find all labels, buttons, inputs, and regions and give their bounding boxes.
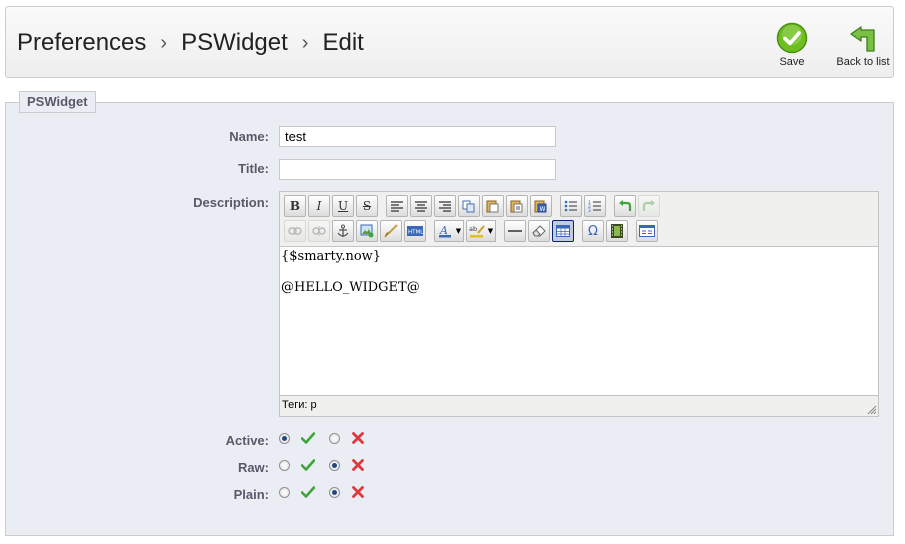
yes-check-icon	[300, 485, 316, 499]
italic-icon[interactable]: I	[308, 195, 330, 217]
table-icon[interactable]	[552, 220, 574, 242]
horizontal-rule-icon[interactable]	[504, 220, 526, 242]
svg-text:HTML: HTML	[408, 230, 423, 236]
text-color-icon[interactable]: A	[434, 220, 456, 242]
raw-yes-radio[interactable]	[279, 459, 290, 471]
page-break-icon[interactable]	[636, 220, 658, 242]
active-label: Active:	[225, 433, 269, 448]
save-button[interactable]: Save	[769, 22, 815, 68]
plain-yes-radio[interactable]	[279, 486, 290, 498]
no-cross-icon	[350, 485, 366, 499]
breadcrumb-separator-icon: ›	[301, 31, 309, 54]
description-editor: B I U S W 123 HTML A ▼ ab ▼ Ω {$smarty.n…	[279, 191, 879, 417]
bullet-list-icon[interactable]	[560, 195, 582, 217]
align-center-icon[interactable]	[410, 195, 432, 217]
special-char-icon[interactable]: Ω	[582, 220, 604, 242]
underline-icon[interactable]: U	[332, 195, 354, 217]
highlight-color-icon[interactable]: ab	[466, 220, 488, 242]
anchor-icon[interactable]	[332, 220, 354, 242]
no-cross-icon	[350, 458, 366, 472]
svg-text:W: W	[540, 206, 546, 213]
numbered-list-icon[interactable]: 123	[584, 195, 606, 217]
align-left-icon[interactable]	[386, 195, 408, 217]
plain-label: Plain:	[233, 487, 269, 502]
breadcrumb-item-preferences[interactable]: Preferences	[17, 29, 146, 57]
name-label: Name:	[229, 129, 269, 144]
raw-options	[279, 458, 379, 472]
page-header: Preferences › PSWidget › Edit Save Back …	[5, 6, 894, 78]
paste-text-icon[interactable]	[506, 195, 528, 217]
back-to-list-label: Back to list	[836, 56, 890, 68]
bold-icon[interactable]: B	[284, 195, 306, 217]
plain-no-radio[interactable]	[329, 486, 340, 498]
description-label: Description:	[193, 195, 269, 210]
redo-icon[interactable]	[638, 195, 660, 217]
breadcrumb-separator-icon: ›	[160, 31, 168, 54]
copy-icon[interactable]	[458, 195, 480, 217]
back-arrow-icon	[850, 26, 875, 52]
yes-check-icon	[300, 431, 316, 445]
active-options	[279, 431, 379, 445]
align-right-icon[interactable]	[434, 195, 456, 217]
breadcrumb-item-pswidget[interactable]: PSWidget	[181, 29, 288, 57]
title-label: Title:	[238, 161, 269, 176]
paste-word-icon[interactable]: W	[530, 195, 552, 217]
strikethrough-icon[interactable]: S	[356, 195, 378, 217]
editor-toolbar-row-2: HTML A ▼ ab ▼ Ω	[284, 220, 660, 242]
resize-handle-icon[interactable]	[867, 405, 877, 415]
editor-content-area[interactable]: {$smarty.now} @HELLO_WIDGET@	[280, 246, 878, 396]
plain-options	[279, 485, 379, 499]
name-input[interactable]: test	[279, 126, 556, 147]
cleanup-icon[interactable]	[380, 220, 402, 242]
back-to-list-button[interactable]: Back to list	[827, 22, 899, 68]
breadcrumb-item-edit: Edit	[322, 29, 364, 56]
editor-toolbar-row-1: B I U S W 123	[284, 195, 662, 217]
text-color-dropdown-icon[interactable]: ▼	[454, 220, 464, 242]
html-icon[interactable]: HTML	[404, 220, 426, 242]
raw-no-radio[interactable]	[329, 459, 340, 471]
svg-text:ab: ab	[469, 225, 477, 233]
title-input[interactable]	[279, 159, 556, 180]
paste-icon[interactable]	[482, 195, 504, 217]
undo-icon[interactable]	[614, 195, 636, 217]
image-icon[interactable]	[356, 220, 378, 242]
breadcrumb: Preferences › PSWidget › Edit	[17, 29, 364, 57]
active-no-radio[interactable]	[329, 432, 340, 444]
editor-line: @HELLO_WIDGET@	[281, 280, 420, 295]
highlight-color-dropdown-icon[interactable]: ▼	[486, 220, 496, 242]
yes-check-icon	[300, 458, 316, 472]
fieldset-legend: PSWidget	[19, 91, 96, 113]
active-yes-radio[interactable]	[279, 432, 290, 444]
save-label: Save	[779, 56, 805, 68]
link-icon[interactable]	[284, 220, 306, 242]
editor-status-path: Теги: p	[282, 399, 317, 411]
editor-line: {$smarty.now}	[281, 249, 382, 264]
svg-text:3: 3	[588, 208, 591, 212]
raw-label: Raw:	[237, 460, 269, 475]
no-cross-icon	[350, 431, 366, 445]
media-icon[interactable]	[606, 220, 628, 242]
remove-format-icon[interactable]	[528, 220, 550, 242]
save-check-icon	[776, 22, 808, 54]
unlink-icon[interactable]	[308, 220, 330, 242]
